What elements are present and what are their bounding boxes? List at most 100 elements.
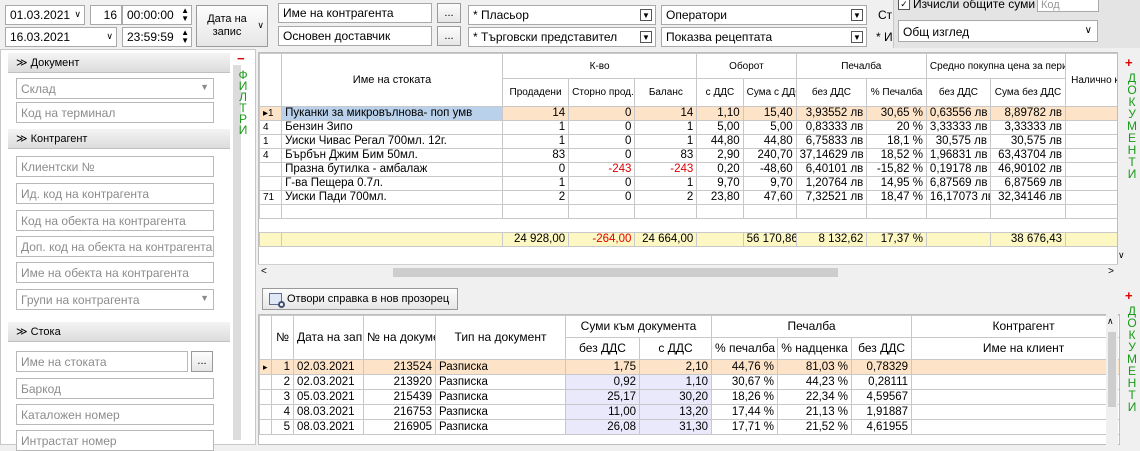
chevron-down-icon[interactable]: ∨ bbox=[74, 9, 81, 20]
documents-vertical-label[interactable]: ДОКУМЕНТИ bbox=[1126, 305, 1138, 413]
document-row[interactable]: 2 02.03.2021 213920 Разписка 0,92 1,10 30,67 %… bbox=[259, 374, 1119, 390]
row-indicator[interactable] bbox=[259, 162, 283, 177]
open-report-button[interactable]: Отвори справка в нов прозорец bbox=[262, 288, 458, 310]
scroll-down-icon[interactable]: ∨ bbox=[1118, 250, 1125, 261]
add-icon[interactable]: + bbox=[1125, 55, 1133, 70]
scroll-right-icon[interactable]: > bbox=[1108, 266, 1114, 277]
avg-novat-header[interactable]: без ДДС bbox=[925, 78, 991, 107]
row-indicator[interactable] bbox=[259, 404, 272, 420]
show-recipe-select[interactable]: Показва рецептата ▼ bbox=[661, 27, 867, 47]
filters-vertical-label[interactable]: ФИЛТРИ bbox=[237, 69, 249, 136]
sum-novat-header[interactable]: без ДДС bbox=[565, 337, 640, 360]
goods-name-cell[interactable]: Пуканки за микровълнова- поп умв bbox=[281, 106, 503, 121]
scroll-thumb[interactable] bbox=[1108, 332, 1116, 407]
dropdown-arrow-icon[interactable]: ▼ bbox=[200, 293, 209, 303]
time-from-field[interactable]: 00:00:00 ▲ ▼ bbox=[122, 5, 192, 25]
profit-novat-header[interactable]: без ДДС bbox=[851, 337, 913, 360]
time-to-field[interactable]: 23:59:59 ▲ ▼ bbox=[122, 27, 192, 47]
general-view-select[interactable]: Общ изглед ∨ bbox=[898, 20, 1098, 42]
operators-select[interactable]: Оператори ▼ bbox=[661, 5, 867, 25]
sum-vat-header[interactable]: с ДДС bbox=[638, 337, 713, 360]
partner-groups-select[interactable]: Групи на контрагента ▼ bbox=[16, 289, 214, 310]
goods-name-cell[interactable]: Уиски Пади 700мл. bbox=[281, 190, 503, 205]
placer-select[interactable]: * Пласьор ▼ bbox=[468, 5, 656, 25]
client-name-header[interactable]: Име на клиент bbox=[911, 337, 1119, 360]
document-row[interactable]: ▸ 1 02.03.2021 213524 Разписка 1,75 2,10 44,76 … bbox=[259, 359, 1119, 375]
goods-row[interactable]: 4 Бърбън Джим Бим 50мл. 83 0 83 2,90 240,70 37,… bbox=[259, 148, 1117, 163]
document-row[interactable]: 5 08.03.2021 216905 Разписка 26,08 31,30 17,71… bbox=[259, 419, 1119, 435]
goods-name-cell[interactable]: Г-ва Пещера 0.7л. bbox=[281, 176, 503, 191]
doctype-header[interactable]: Тип на документ bbox=[435, 315, 566, 360]
terminal-code-input[interactable]: Код на терминал bbox=[16, 102, 214, 123]
partner-name-field[interactable]: Име на контрагента bbox=[278, 3, 432, 23]
dropdown-arrow-icon[interactable]: ▼ bbox=[851, 31, 863, 43]
sales-rep-select[interactable]: * Търговски представител ▼ bbox=[468, 27, 656, 47]
goods-browse-button[interactable]: ... bbox=[191, 351, 213, 372]
dropdown-arrow-icon[interactable]: ▼ bbox=[851, 9, 863, 21]
stock-header[interactable]: Налично к-во bbox=[1065, 53, 1117, 107]
goods-name-cell[interactable]: Уиски Чивас Регал 700мл. 12г. bbox=[281, 134, 503, 149]
day-number-field[interactable]: 16 bbox=[90, 5, 122, 25]
row-indicator[interactable] bbox=[259, 389, 272, 405]
row-indicator[interactable]: 71 bbox=[259, 190, 283, 205]
profit-pct-header[interactable]: % Печалба bbox=[866, 78, 927, 107]
date-header[interactable]: Дата на запис bbox=[293, 315, 364, 360]
scroll-up-icon[interactable]: ∧ bbox=[1107, 316, 1114, 327]
intrastat-number-input[interactable]: Интрастат номер bbox=[16, 430, 214, 451]
markup-header[interactable]: % надценка bbox=[777, 337, 853, 360]
row-indicator[interactable] bbox=[259, 419, 272, 435]
code-input[interactable]: Код bbox=[1037, 0, 1099, 12]
extra-object-code-input[interactable]: Доп. код на обекта на контрагента bbox=[16, 236, 214, 257]
goods-row[interactable]: 4 Бензин Зипо 1 0 1 5,00 5,00 0,83333 лв 20 % 3,3… bbox=[259, 120, 1117, 135]
row-indicator[interactable] bbox=[259, 176, 283, 191]
no-header[interactable]: № bbox=[271, 315, 294, 360]
goods-row[interactable]: Г-ва Пещера 0.7л. 1 0 1 9,70 9,70 1,20764 лв 14… bbox=[259, 176, 1117, 191]
scroll-left-icon[interactable]: < bbox=[261, 266, 267, 277]
collapse-icon[interactable]: − bbox=[237, 52, 249, 66]
documents-vertical-label[interactable]: ДОКУМЕНТИ bbox=[1126, 72, 1138, 180]
profit-novat-header[interactable]: без ДДС bbox=[795, 78, 868, 107]
goods-row[interactable]: ▸1 Пуканки за микровълнова- поп умв 14 0 14 1… bbox=[259, 106, 1117, 121]
partner-section-header[interactable]: ≫ Контрагент bbox=[8, 129, 230, 149]
object-name-input[interactable]: Име на обекта на контрагента bbox=[16, 262, 214, 283]
document-row[interactable]: 4 08.03.2021 216753 Разписка 11,00 13,20 17,44… bbox=[259, 404, 1119, 420]
chevron-down-icon[interactable]: ∨ bbox=[1085, 25, 1092, 36]
object-code-input[interactable]: Код на обекта на контрагента bbox=[16, 210, 214, 231]
balance-header[interactable]: Баланс bbox=[634, 78, 698, 107]
date-type-button[interactable]: Дата на запис ∨ bbox=[196, 5, 268, 47]
row-indicator[interactable]: 4 bbox=[259, 120, 283, 135]
row-indicator[interactable]: 4 bbox=[259, 148, 283, 163]
goods-name-cell[interactable]: Бензин Зипо bbox=[281, 120, 503, 135]
row-indicator[interactable]: ▸ bbox=[259, 359, 272, 375]
chevron-down-icon[interactable]: ∨ bbox=[106, 31, 113, 42]
row-indicator[interactable] bbox=[259, 374, 272, 390]
goods-row[interactable]: Празна бутилка - амбалаж 0 -243 -243 0,20 -48… bbox=[259, 162, 1117, 177]
row-indicator[interactable]: ▸1 bbox=[259, 106, 283, 121]
date-from-field[interactable]: 01.03.2021 ∨ bbox=[5, 5, 85, 25]
goods-row[interactable]: 71 Уиски Пади 700мл. 2 0 2 23,80 47,60 7,32521 … bbox=[259, 190, 1117, 205]
horizontal-scrollbar[interactable]: < > bbox=[258, 264, 1118, 280]
warehouse-select[interactable]: Склад ▼ bbox=[16, 78, 214, 99]
dropdown-arrow-icon[interactable]: ▼ bbox=[200, 82, 209, 92]
with-vat-header[interactable]: с ДДС bbox=[696, 78, 744, 107]
goods-name-input[interactable]: Име на стоката bbox=[16, 351, 188, 372]
profit-pct-header[interactable]: % печалба bbox=[711, 337, 779, 360]
client-number-input[interactable]: Клиентски № bbox=[16, 156, 214, 177]
dropdown-arrow-icon[interactable]: ▼ bbox=[640, 31, 652, 43]
docno-header[interactable]: № на документ bbox=[363, 315, 436, 360]
supplier-field[interactable]: Основен доставчик bbox=[278, 26, 432, 46]
vertical-scrollbar[interactable]: ∧ bbox=[1106, 314, 1118, 445]
document-row[interactable]: 3 05.03.2021 215439 Разписка 25,17 30,20 18,26… bbox=[259, 389, 1119, 405]
calc-totals-checkbox[interactable]: ✓ bbox=[898, 0, 910, 10]
catalog-number-input[interactable]: Каталожен номер bbox=[16, 404, 214, 425]
scroll-thumb[interactable] bbox=[393, 268, 838, 277]
partner-id-input[interactable]: Ид. код на контрагента bbox=[16, 183, 214, 204]
goods-row[interactable]: 1 Уиски Чивас Регал 700мл. 12г. 1 0 1 44,80 44… bbox=[259, 134, 1117, 149]
supplier-browse-button[interactable]: ... bbox=[437, 26, 461, 46]
add-icon[interactable]: + bbox=[1125, 288, 1133, 303]
spin-icon[interactable]: ▲ ▼ bbox=[181, 7, 189, 23]
goods-section-header[interactable]: ≫ Стока bbox=[8, 322, 230, 342]
sum-vat-header[interactable]: Сума с ДДС bbox=[742, 78, 797, 107]
row-indicator[interactable]: 1 bbox=[259, 134, 283, 149]
dropdown-arrow-icon[interactable]: ▼ bbox=[640, 9, 652, 21]
